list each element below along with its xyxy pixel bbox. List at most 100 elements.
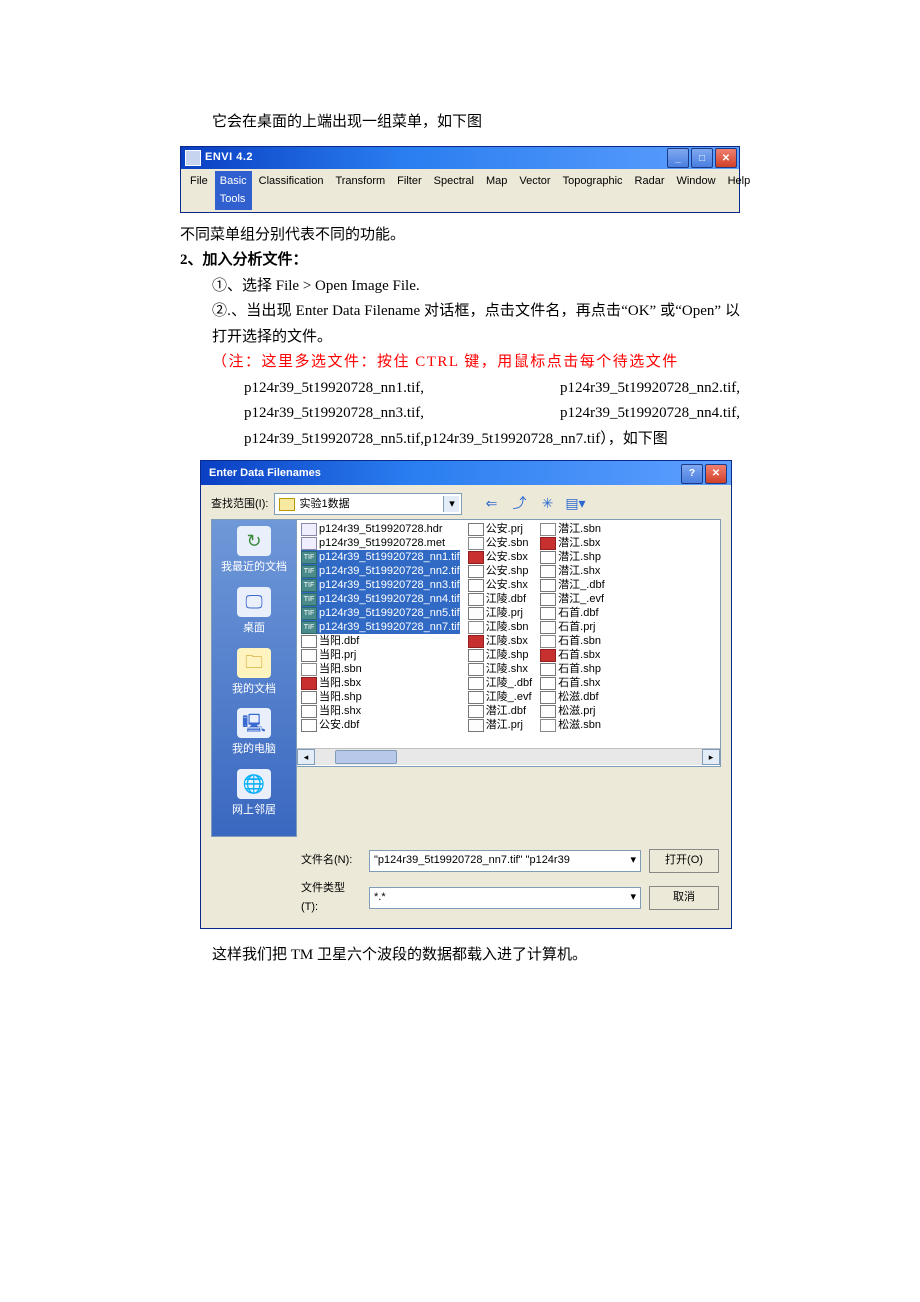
filename-label: 文件名(N): — [301, 851, 361, 870]
places-bar: ↻我最近的文档 🖵桌面 🗀我的文档 🖳我的电脑 🌐网上邻居 — [211, 519, 297, 836]
filetype-combo[interactable]: *.* ▾ — [369, 887, 641, 909]
dialog-titlebar: Enter Data Filenames ? ✕ — [201, 461, 731, 485]
file-icon — [540, 649, 556, 662]
menu-classification[interactable]: Classification — [254, 171, 329, 210]
filename-input[interactable]: "p124r39_5t19920728_nn7.tif" "p124r39 ▾ — [369, 850, 641, 872]
file-icon — [468, 719, 484, 732]
file-icon — [468, 677, 484, 690]
file-icon — [301, 523, 317, 536]
file-icon: TIF — [301, 607, 317, 620]
file-icon — [540, 565, 556, 578]
file-item[interactable]: 潜江.prj — [468, 718, 532, 732]
file-icon — [540, 705, 556, 718]
file-icon — [468, 579, 484, 592]
file-icon — [540, 551, 556, 564]
file-icon — [540, 579, 556, 592]
menu-spectral[interactable]: Spectral — [429, 171, 479, 210]
file-icon — [468, 649, 484, 662]
envi-menubar: File Basic Tools Classification Transfor… — [181, 169, 739, 212]
note-file-5: p124r39_5t19920728_nn5.tif,p124r39_5t199… — [212, 427, 740, 453]
menu-topographic[interactable]: Topographic — [558, 171, 628, 210]
horizontal-scrollbar[interactable]: ◂ ▸ — [297, 748, 720, 765]
file-icon — [468, 607, 484, 620]
file-icon — [301, 691, 317, 704]
file-icon — [540, 607, 556, 620]
scroll-left-icon[interactable]: ◂ — [297, 749, 315, 765]
open-button[interactable]: 打开(O) — [649, 849, 719, 873]
up-icon[interactable]: ⤴ — [510, 495, 528, 513]
file-icon — [301, 705, 317, 718]
note-file-4: p124r39_5t19920728_nn4.tif, — [560, 401, 740, 427]
filetype-label: 文件类型(T): — [301, 879, 361, 916]
file-icon — [301, 537, 317, 550]
place-desktop[interactable]: 🖵桌面 — [237, 587, 271, 638]
file-icon — [540, 593, 556, 606]
menu-basic-tools[interactable]: Basic Tools — [215, 171, 252, 210]
file-icon — [540, 523, 556, 536]
menu-transform[interactable]: Transform — [330, 171, 390, 210]
chevron-down-icon[interactable]: ▾ — [630, 851, 636, 870]
file-icon — [540, 677, 556, 690]
dialog-title: Enter Data Filenames — [209, 464, 321, 483]
chevron-down-icon[interactable]: ▾ — [443, 496, 459, 512]
section-2-heading: 2、加入分析文件： — [180, 248, 740, 274]
back-icon[interactable]: ⇐ — [482, 495, 500, 513]
file-icon — [301, 649, 317, 662]
file-item[interactable]: 松滋.sbn — [540, 718, 604, 732]
file-icon: TIF — [301, 593, 317, 606]
file-icon: TIF — [301, 551, 317, 564]
file-icon — [468, 691, 484, 704]
note-ctrl: （注：这里多选文件：按住 CTRL 键，用鼠标点击每个待选文件 — [212, 350, 740, 376]
scroll-thumb[interactable] — [335, 750, 397, 764]
menu-radar[interactable]: Radar — [630, 171, 670, 210]
file-open-dialog: Enter Data Filenames ? ✕ 查找范围(I): 实验1数据 … — [200, 460, 732, 929]
dialog-close-button[interactable]: ✕ — [705, 464, 727, 484]
menu-help[interactable]: Help — [723, 171, 756, 210]
file-listing: p124r39_5t19920728.hdrp124r39_5t19920728… — [297, 519, 721, 767]
lookin-combo[interactable]: 实验1数据 ▾ — [274, 493, 462, 515]
place-recent[interactable]: ↻我最近的文档 — [221, 526, 287, 577]
note-file-3: p124r39_5t19920728_nn3.tif, — [244, 401, 424, 427]
file-icon — [301, 677, 317, 690]
file-icon — [540, 663, 556, 676]
file-item[interactable]: 公安.dbf — [301, 718, 460, 732]
file-icon: TIF — [301, 621, 317, 634]
lookin-label: 查找范围(I): — [211, 495, 268, 514]
menu-vector[interactable]: Vector — [514, 171, 555, 210]
scroll-right-icon[interactable]: ▸ — [702, 749, 720, 765]
chevron-down-icon[interactable]: ▾ — [630, 888, 636, 907]
minimize-button[interactable]: _ — [667, 148, 689, 168]
file-icon — [468, 635, 484, 648]
file-icon — [540, 635, 556, 648]
place-documents[interactable]: 🗀我的文档 — [232, 648, 276, 699]
closing-text: 这样我们把 TM 卫星六个波段的数据都载入进了计算机。 — [212, 943, 740, 969]
new-folder-icon[interactable]: ✳ — [538, 495, 556, 513]
close-button[interactable]: ✕ — [715, 148, 737, 168]
maximize-button[interactable]: □ — [691, 148, 713, 168]
help-button[interactable]: ? — [681, 464, 703, 484]
app-icon — [185, 150, 201, 166]
file-icon — [468, 551, 484, 564]
file-icon — [301, 663, 317, 676]
file-icon — [468, 663, 484, 676]
view-menu-icon[interactable]: ▤▾ — [566, 495, 584, 513]
lookin-folder: 实验1数据 — [299, 495, 349, 514]
file-icon — [540, 691, 556, 704]
envi-titlebar: ENVI 4.2 _ □ ✕ — [181, 147, 739, 169]
menu-window[interactable]: Window — [671, 171, 720, 210]
cancel-button[interactable]: 取消 — [649, 886, 719, 910]
folder-icon — [279, 498, 295, 511]
file-icon: TIF — [301, 565, 317, 578]
place-computer[interactable]: 🖳我的电脑 — [232, 708, 276, 759]
file-icon — [301, 635, 317, 648]
envi-title: ENVI 4.2 — [205, 148, 253, 167]
file-icon: TIF — [301, 579, 317, 592]
place-network[interactable]: 🌐网上邻居 — [232, 769, 276, 820]
file-icon — [540, 537, 556, 550]
file-icon — [468, 565, 484, 578]
menu-file[interactable]: File — [185, 171, 213, 210]
menu-map[interactable]: Map — [481, 171, 512, 210]
para-menu-groups: 不同菜单组分别代表不同的功能。 — [180, 223, 740, 249]
step-1: ①、选择 File > Open Image File. — [212, 274, 740, 300]
menu-filter[interactable]: Filter — [392, 171, 426, 210]
